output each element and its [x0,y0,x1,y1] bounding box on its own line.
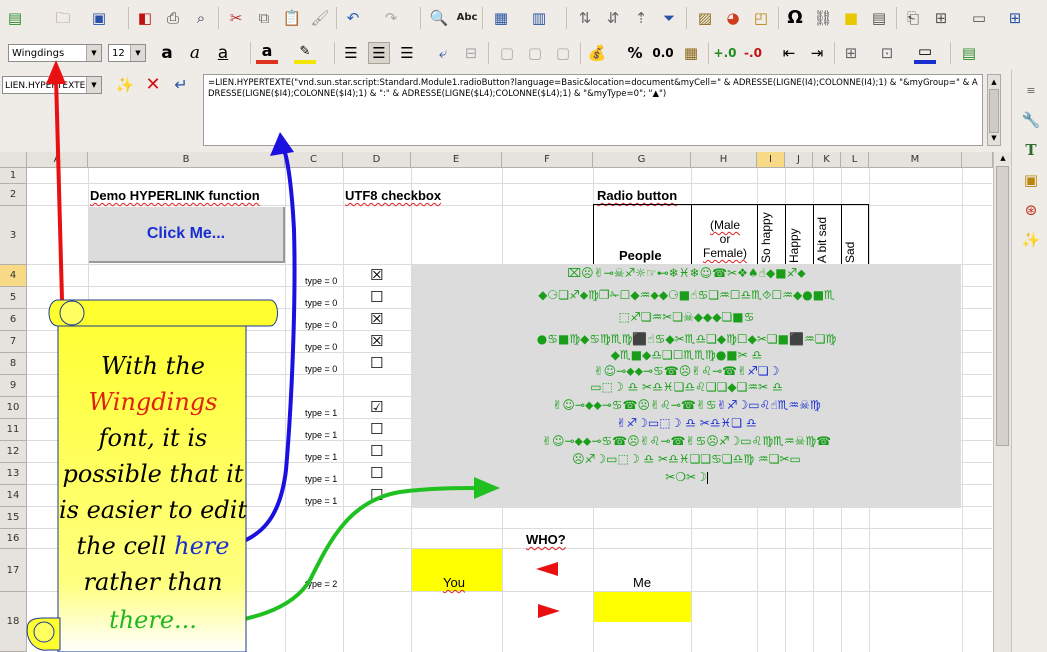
blue-arrowhead [270,132,294,156]
note-line: font, it is [98,424,208,452]
note-line-text: the cell [76,532,167,560]
sidebar-menu-icon[interactable]: ≡ [1021,80,1041,100]
note-line: rather than [83,568,223,596]
scroll-callout: With the Wingdings font, it is possible … [24,298,280,652]
note-line-here: here [174,532,230,560]
styles-icon[interactable]: T [1021,140,1041,160]
note-line-there: there... [109,606,197,634]
note-line: possible that it [62,460,244,488]
note-line: With the [101,352,205,380]
properties-icon[interactable]: 🔧 [1021,110,1041,130]
gallery-icon[interactable]: ▣ [1021,170,1041,190]
sidebar: ≡ 🔧 T ▣ ⊛ ✨ [1011,70,1047,652]
note-line: the cell here [28,528,278,564]
green-arrowhead [474,477,500,499]
functions-icon[interactable]: ✨ [1021,230,1041,250]
note-line-wingdings: Wingdings [88,388,218,416]
red-arrowhead [46,60,66,84]
navigator-icon[interactable]: ⊛ [1021,200,1041,220]
note-line: is easier to edit [58,496,248,524]
